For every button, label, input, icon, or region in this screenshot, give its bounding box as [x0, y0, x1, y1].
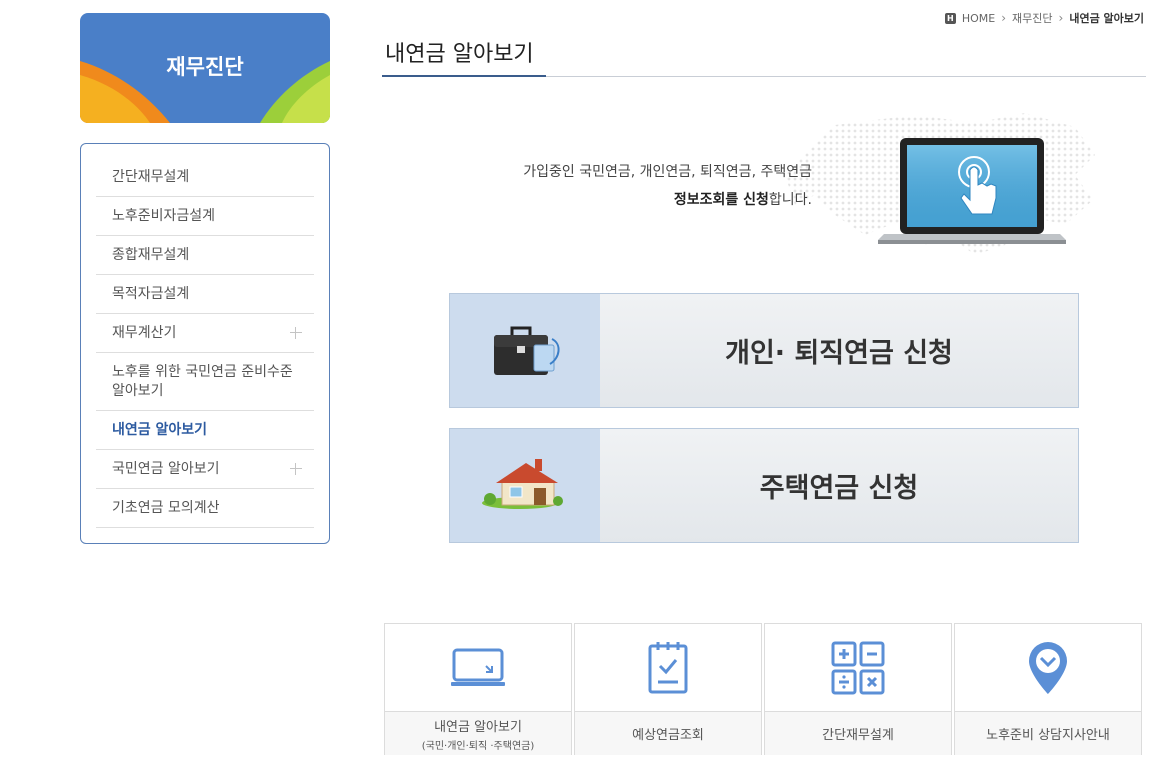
sidebar-item-financial-calculator[interactable]: 재무계산기 — [96, 314, 314, 353]
housing-apply-label: 주택연금 신청 — [759, 473, 919, 504]
calculator-icon — [765, 624, 951, 711]
chevron-right-icon: › — [1001, 11, 1007, 25]
sidebar-banner: 재무진단 — [80, 13, 330, 123]
page-title: 내연금 알아보기 — [385, 42, 534, 67]
sidebar-item-national-pension-info[interactable]: 국민연금 알아보기 — [96, 450, 314, 489]
sidebar-item-label: 노후준비자금설계 — [112, 208, 216, 224]
banner-title: 재무진단 — [166, 55, 244, 79]
sidebar-item-my-pension[interactable]: 내연금 알아보기 — [96, 411, 314, 450]
quick-link-label: 간단재무설계 — [822, 728, 894, 743]
home-icon[interactable]: H — [944, 12, 956, 24]
sidebar-menu: 간단재무설계 노후준비자금설계 종합재무설계 목적자금설계 재무계산기 노후를 … — [80, 143, 330, 544]
quick-links: 내연금 알아보기 (국민·개인·퇴직 ·주택연금) 예상연금조회 간단재무설계 … — [384, 623, 1142, 755]
sidebar-item-retirement-fund-plan[interactable]: 노후준비자금설계 — [96, 197, 314, 236]
quick-link-label: 내연금 알아보기 — [434, 719, 522, 735]
plus-icon[interactable] — [290, 327, 302, 339]
sidebar-item-label: 내연금 알아보기 — [112, 422, 208, 438]
intro-text: 가입중인 국민연금, 개인연금, 퇴직연금, 주택연금 정보조회를 신청합니다. — [440, 158, 812, 214]
housing-pension-apply-button[interactable]: 주택연금 신청 — [449, 428, 1079, 543]
breadcrumb-home[interactable]: HOME — [962, 12, 995, 25]
sidebar-item-national-pension-readiness[interactable]: 노후를 위한 국민연금 준비수준 알아보기 — [96, 353, 314, 411]
sidebar-item-simple-financial-plan[interactable]: 간단재무설계 — [96, 158, 314, 197]
laptop-touch-icon — [878, 138, 1066, 244]
intro-line2-bold: 정보조회를 신청 — [673, 192, 769, 208]
quick-link-my-pension[interactable]: 내연금 알아보기 (국민·개인·퇴직 ·주택연금) — [384, 623, 572, 755]
sidebar-item-purpose-fund-plan[interactable]: 목적자금설계 — [96, 275, 314, 314]
sidebar-item-basic-pension-simulation[interactable]: 기초연금 모의계산 — [96, 489, 314, 528]
intro-line2: 정보조회를 신청합니다. — [440, 186, 812, 214]
house-icon — [482, 459, 563, 509]
title-divider — [382, 75, 1146, 77]
personal-retirement-pension-apply-button[interactable]: 개인· 퇴직연금 신청 — [449, 293, 1079, 408]
quick-link-consultation-branch[interactable]: 노후준비 상담지사안내 — [954, 623, 1142, 755]
sidebar-item-label: 노후를 위한 국민연금 준비수준 알아보기 — [112, 364, 293, 399]
quick-link-simple-plan[interactable]: 간단재무설계 — [764, 623, 952, 755]
intro-line1: 가입중인 국민연금, 개인연금, 퇴직연금, 주택연금 — [523, 164, 812, 180]
sidebar-item-label: 재무계산기 — [112, 325, 177, 341]
quick-link-expected-pension[interactable]: 예상연금조회 — [574, 623, 762, 755]
chevron-right-icon: › — [1058, 11, 1064, 25]
quick-link-label-area: 간단재무설계 — [765, 711, 951, 755]
intro-line2-rest: 합니다. — [768, 192, 812, 208]
quick-link-label-area: 예상연금조회 — [575, 711, 761, 755]
sidebar-item-label: 국민연금 알아보기 — [112, 461, 220, 477]
sidebar-item-label: 간단재무설계 — [112, 169, 190, 185]
sidebar-item-label: 목적자금설계 — [112, 286, 190, 302]
plus-icon[interactable] — [290, 463, 302, 475]
quick-link-sublabel: (국민·개인·퇴직 ·주택연금) — [421, 740, 535, 752]
sidebar-item-comprehensive-plan[interactable]: 종합재무설계 — [96, 236, 314, 275]
breadcrumb-current: 내연금 알아보기 — [1069, 12, 1144, 25]
pension-apply-label: 개인· 퇴직연금 신청 — [725, 338, 953, 369]
quick-link-label: 노후준비 상담지사안내 — [986, 728, 1110, 743]
sidebar-item-label: 종합재무설계 — [112, 247, 190, 263]
breadcrumb: H HOME › 재무진단 › 내연금 알아보기 — [944, 10, 1144, 26]
briefcase-icon — [494, 326, 560, 375]
quick-link-label-area: 노후준비 상담지사안내 — [955, 711, 1141, 755]
breadcrumb-level1[interactable]: 재무진단 — [1012, 10, 1052, 26]
monitor-icon — [385, 624, 571, 711]
location-pin-icon — [955, 624, 1141, 711]
icon-pane — [450, 294, 600, 407]
icon-pane — [450, 429, 600, 542]
checklist-icon — [575, 624, 761, 711]
sidebar-item-label: 기초연금 모의계산 — [112, 500, 220, 516]
quick-link-label: 예상연금조회 — [632, 728, 704, 743]
quick-link-label-area: 내연금 알아보기 (국민·개인·퇴직 ·주택연금) — [385, 711, 571, 755]
